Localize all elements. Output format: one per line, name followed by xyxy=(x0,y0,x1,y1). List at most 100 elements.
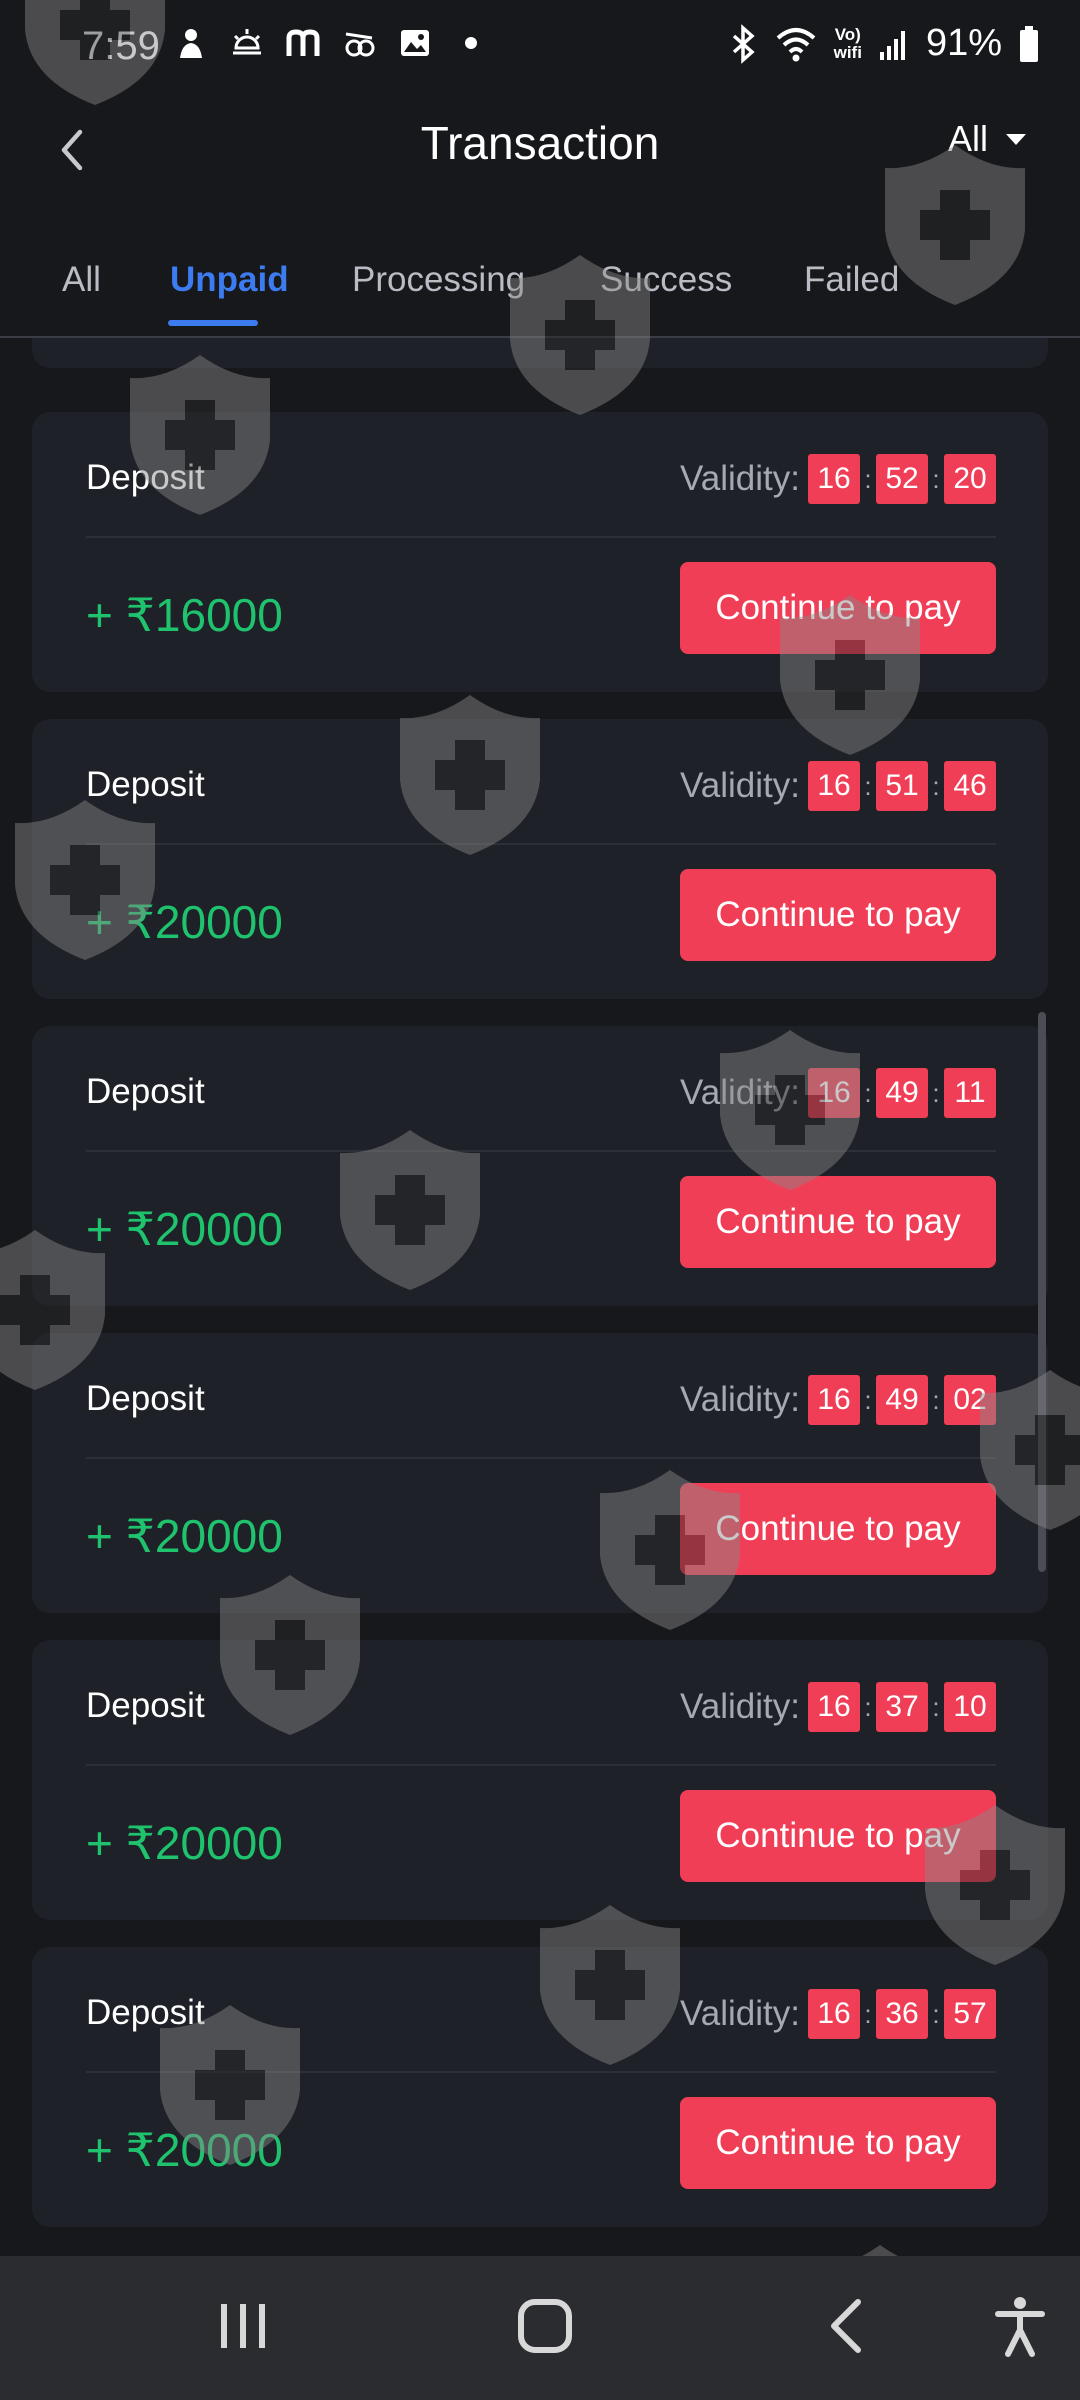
timer-hours: 16 xyxy=(808,761,860,811)
timer-separator: : xyxy=(864,463,872,494)
transaction-amount: + ₹20000 xyxy=(86,1203,283,1255)
timer-hours: 16 xyxy=(808,1375,860,1425)
tab-failed[interactable]: Failed xyxy=(804,260,899,300)
card-divider xyxy=(86,1764,996,1766)
card-divider xyxy=(86,536,996,538)
validity-label: Validity: xyxy=(680,766,800,806)
continue-to-pay-button[interactable]: Continue to pay xyxy=(680,2097,996,2189)
timer-separator: : xyxy=(864,1077,872,1108)
continue-to-pay-button[interactable]: Continue to pay xyxy=(680,869,996,961)
continue-to-pay-button[interactable]: Continue to pay xyxy=(680,562,996,654)
tab-success[interactable]: Success xyxy=(600,260,732,300)
timer-separator: : xyxy=(932,1077,940,1108)
back-icon xyxy=(831,2299,861,2353)
transaction-type: Deposit xyxy=(86,1686,205,1725)
status-bar: 7:59 Vo) wifi 91% xyxy=(0,0,1080,100)
transaction-type: Deposit xyxy=(86,1072,205,1111)
image-icon xyxy=(401,30,429,56)
scrollbar[interactable] xyxy=(1038,1012,1046,1572)
continue-to-pay-button[interactable]: Continue to pay xyxy=(680,1483,996,1575)
transaction-amount: + ₹20000 xyxy=(86,896,283,948)
timer-minutes: 51 xyxy=(876,761,928,811)
validity-label: Validity: xyxy=(680,1994,800,2034)
tab-processing[interactable]: Processing xyxy=(352,260,525,300)
timer-seconds: 11 xyxy=(944,1068,996,1118)
timer-minutes: 52 xyxy=(876,454,928,504)
transaction-card: Deposit Validity: 16 : 51 : 46 + ₹20000 … xyxy=(32,719,1048,999)
timer-separator: : xyxy=(864,1998,872,2029)
validity-timer: Validity: 16 : 52 : 20 xyxy=(680,454,996,504)
continue-to-pay-button[interactable]: Continue to pay xyxy=(680,1790,996,1882)
transaction-screen: 7:59 Vo) wifi 91% Transaction All All Un… xyxy=(0,0,1080,2400)
tab-all[interactable]: All xyxy=(62,260,101,300)
transaction-card: Deposit Validity: 16 : 49 : 02 + ₹20000 … xyxy=(32,1333,1048,1613)
validity-colon: : xyxy=(790,1687,800,1726)
timer-hours: 16 xyxy=(808,1682,860,1732)
transaction-type: Deposit xyxy=(86,458,205,497)
accessibility-button[interactable] xyxy=(975,2286,1065,2366)
battery-icon xyxy=(1020,25,1038,62)
home-button[interactable] xyxy=(500,2286,590,2366)
transaction-card: Deposit Validity: 16 : 49 : 11 + ₹20000 … xyxy=(32,1026,1048,1306)
timer-separator: : xyxy=(864,1384,872,1415)
validity-label: Validity: xyxy=(680,1073,800,1113)
validity-label: Validity: xyxy=(680,1380,800,1420)
timer-hours: 16 xyxy=(808,454,860,504)
timer-separator: : xyxy=(932,1998,940,2029)
home-icon xyxy=(518,2299,572,2353)
transaction-list[interactable]: Deposit Validity: 16 : 52 : 20 + ₹16000 … xyxy=(0,338,1080,2256)
validity-timer: Validity: 16 : 49 : 02 xyxy=(680,1375,996,1425)
transaction-amount: + ₹20000 xyxy=(86,2124,283,2176)
status-tabs: All Unpaid Processing Success Failed xyxy=(0,236,1080,338)
wifi-icon xyxy=(776,27,815,61)
validity-label-text: Validity xyxy=(680,1687,791,1726)
accessibility-icon xyxy=(995,2297,1045,2357)
transaction-amount: + ₹20000 xyxy=(86,1510,283,1562)
app-header: Transaction All xyxy=(0,100,1080,230)
transaction-amount: + ₹20000 xyxy=(86,1817,283,1869)
recent-apps-button[interactable] xyxy=(198,2286,288,2366)
continue-to-pay-button[interactable]: Continue to pay xyxy=(680,1176,996,1268)
validity-label-text: Validity xyxy=(680,766,791,805)
tab-unpaid[interactable]: Unpaid xyxy=(170,260,289,300)
timer-seconds: 57 xyxy=(944,1989,996,2039)
transaction-card: Deposit Validity: 16 : 52 : 20 + ₹16000 … xyxy=(32,412,1048,692)
validity-timer: Validity: 16 : 36 : 57 xyxy=(680,1989,996,2039)
vowifi-icon: Vo) wifi xyxy=(834,25,862,62)
recent-apps-icon xyxy=(221,2304,265,2348)
timer-separator: : xyxy=(864,1691,872,1722)
transaction-card: Deposit Validity: 16 : 37 : 10 + ₹20000 … xyxy=(32,1640,1048,1920)
timer-minutes: 36 xyxy=(876,1989,928,2039)
m-app-icon xyxy=(286,29,320,56)
filter-dropdown[interactable]: All xyxy=(948,118,1028,160)
validity-colon: : xyxy=(790,459,800,498)
validity-label-text: Validity xyxy=(680,1380,791,1419)
caret-down-icon xyxy=(1006,134,1026,145)
bluetooth-icon xyxy=(732,23,755,64)
validity-colon: : xyxy=(790,1994,800,2033)
bird-icon xyxy=(345,32,375,57)
timer-minutes: 49 xyxy=(876,1375,928,1425)
active-tab-indicator xyxy=(168,320,258,326)
weather-icon xyxy=(233,29,261,55)
timer-seconds: 20 xyxy=(944,454,996,504)
timer-separator: : xyxy=(864,770,872,801)
signal-icon xyxy=(879,30,905,60)
validity-label-text: Validity xyxy=(680,1994,791,2033)
validity-timer: Validity: 16 : 51 : 46 xyxy=(680,761,996,811)
person-icon xyxy=(180,29,202,58)
partial-card xyxy=(32,338,1048,368)
timer-separator: : xyxy=(932,463,940,494)
validity-label-text: Validity xyxy=(680,459,791,498)
system-back-button[interactable] xyxy=(802,2286,892,2366)
validity-label-text: Validity xyxy=(680,1073,791,1112)
timer-minutes: 49 xyxy=(876,1068,928,1118)
dot-icon xyxy=(465,37,477,49)
transaction-type: Deposit xyxy=(86,1379,205,1418)
validity-colon: : xyxy=(790,766,800,805)
timer-seconds: 02 xyxy=(944,1375,996,1425)
card-divider xyxy=(86,1457,996,1459)
system-nav-bar xyxy=(0,2256,1080,2400)
timer-separator: : xyxy=(932,770,940,801)
timer-minutes: 37 xyxy=(876,1682,928,1732)
